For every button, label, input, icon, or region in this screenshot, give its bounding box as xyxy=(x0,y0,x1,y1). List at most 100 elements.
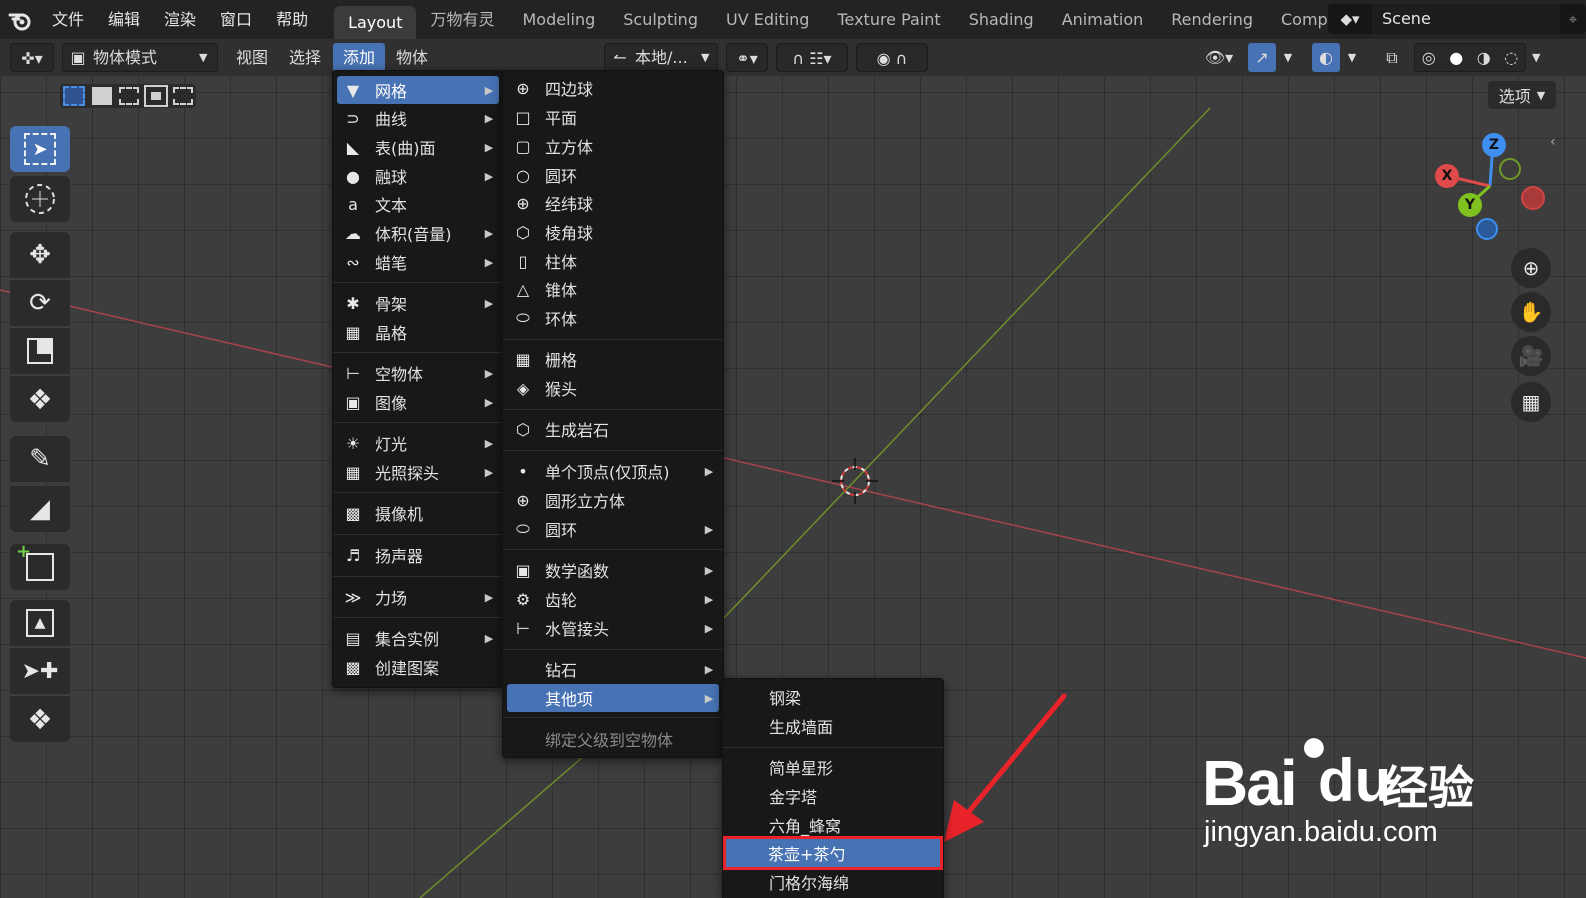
gizmo-x-axis[interactable]: X xyxy=(1435,164,1459,188)
move-tool[interactable]: ✥ xyxy=(10,232,70,278)
visibility-button[interactable]: 👁▾ xyxy=(1198,43,1240,72)
menu-item[interactable]: ▦ 栅格 xyxy=(507,345,719,373)
select-extend-icon[interactable] xyxy=(92,87,113,105)
menu-item[interactable]: ◣ 表(曲)面 ▶ xyxy=(337,133,499,161)
menu-item[interactable]: ☀ 灯光 ▶ xyxy=(337,429,499,457)
menu-item[interactable]: 简单星形 xyxy=(727,753,939,781)
menu-view[interactable]: 视图 xyxy=(236,43,268,72)
menu-item[interactable]: ⊃ 曲线 ▶ xyxy=(337,104,499,132)
menu-item[interactable]: 生成墙面 xyxy=(727,712,939,740)
menu-render[interactable]: 渲染 xyxy=(152,0,208,39)
menu-item[interactable]: ⬭ 环体 xyxy=(507,304,719,332)
menu-item[interactable]: ● 融球 ▶ xyxy=(337,162,499,190)
menu-item[interactable]: 绑定父级到空物体 xyxy=(507,725,719,753)
menu-item[interactable]: ▣ 图像 ▶ xyxy=(337,388,499,416)
menu-item[interactable]: ⬡ 棱角球 xyxy=(507,218,719,246)
cursor-tool[interactable] xyxy=(10,176,70,222)
tab-texture-paint[interactable]: Texture Paint xyxy=(823,0,954,39)
gizmo-neg-z[interactable] xyxy=(1476,218,1498,240)
overlays-button[interactable]: ◐ ▼ xyxy=(1312,43,1368,72)
menu-item[interactable]: 六角_蜂窝 xyxy=(727,811,939,839)
orientation-selector[interactable]: ↼ 本地/... ▼ xyxy=(604,43,718,72)
menu-item[interactable]: △ 锥体 xyxy=(507,275,719,303)
menu-item[interactable]: ▦ 晶格 xyxy=(337,318,499,346)
menu-window[interactable]: 窗口 xyxy=(208,0,264,39)
menu-add[interactable]: 添加 xyxy=(333,43,386,72)
menu-item[interactable]: ∾ 蜡笔 ▶ xyxy=(337,248,499,276)
snap-button[interactable]: ∩ ☷▾ xyxy=(776,43,848,72)
menu-help[interactable]: 帮助 xyxy=(264,0,320,39)
menu-item[interactable]: ⊕ 经纬球 xyxy=(507,189,719,217)
menu-item[interactable]: ▩ 创建图案 xyxy=(337,653,499,681)
proportional-editing-button[interactable]: ◉ ∩ xyxy=(856,43,928,72)
menu-item[interactable]: ☁ 体积(音量) ▶ xyxy=(337,219,499,247)
menu-item[interactable]: ▩ 摄像机 xyxy=(337,499,499,527)
select-invert-icon[interactable] xyxy=(143,85,168,107)
wireframe-shading-icon[interactable]: ◎ xyxy=(1422,43,1436,72)
menu-item[interactable]: 茶壶+茶勺 xyxy=(723,836,943,870)
menu-item[interactable]: ✱ 骨架 ▶ xyxy=(337,289,499,317)
menu-item[interactable]: ○ 圆环 xyxy=(507,161,719,189)
transform-tool[interactable]: ❖ xyxy=(10,376,70,422)
menu-edit[interactable]: 编辑 xyxy=(96,0,152,39)
pivot-point-button[interactable]: ⚭▾ xyxy=(726,43,768,72)
tab-uv-editing[interactable]: UV Editing xyxy=(712,0,823,39)
menu-select[interactable]: 选择 xyxy=(289,43,321,72)
camera-view-button[interactable]: 🎥 xyxy=(1511,336,1551,376)
xray-button[interactable]: ⧉ xyxy=(1378,43,1406,72)
menu-item[interactable]: ≫ 力场 ▶ xyxy=(337,583,499,611)
menu-item[interactable]: ⬭ 圆环 ▶ xyxy=(507,515,719,543)
menu-item[interactable]: 金字塔 xyxy=(727,782,939,810)
rendered-shading-icon[interactable]: ◌ xyxy=(1504,43,1518,72)
inset-tool[interactable]: ➤✚ xyxy=(10,648,70,694)
menu-item[interactable]: □ 平面 xyxy=(507,103,719,131)
extrude-tool[interactable]: ▲ xyxy=(10,600,70,646)
perspective-toggle-button[interactable]: ▦ xyxy=(1511,382,1551,422)
chevron-down-icon[interactable]: ▼ xyxy=(1532,43,1540,72)
menu-item[interactable]: ▼ 网格 ▶ xyxy=(337,76,499,104)
blender-logo-icon[interactable] xyxy=(0,0,40,39)
gizmo-y-axis[interactable]: Y xyxy=(1458,193,1482,217)
scale-tool[interactable] xyxy=(10,328,70,374)
gizmo-toggle-button[interactable]: ↗ ▼ xyxy=(1248,43,1304,72)
gizmo-neg-x[interactable] xyxy=(1521,186,1545,210)
scene-selector[interactable]: ◆▾ Scene ⌖ xyxy=(1328,4,1586,34)
annotate-tool[interactable]: ✎ xyxy=(10,436,70,482)
menu-item[interactable]: ◈ 猴头 xyxy=(507,374,719,402)
menu-item[interactable]: • 单个顶点(仅顶点) ▶ xyxy=(507,457,719,485)
menu-item[interactable]: ▯ 柱体 xyxy=(507,247,719,275)
measure-tool[interactable]: ◢ xyxy=(10,486,70,532)
pin-icon[interactable]: ⌖ xyxy=(1560,10,1586,28)
editor-type-button[interactable]: ✜▾ xyxy=(10,43,54,72)
menu-item[interactable]: ⊕ 四边球 xyxy=(507,74,719,102)
menu-object[interactable]: 物体 xyxy=(396,43,428,72)
tab-shading[interactable]: Shading xyxy=(955,0,1048,39)
pan-button[interactable]: ✋ xyxy=(1511,292,1551,332)
tab-layout[interactable]: Layout xyxy=(334,6,417,39)
add-cube-tool[interactable]: + xyxy=(10,541,70,590)
menu-item[interactable]: 其他项 ▶ xyxy=(507,684,719,712)
rotate-tool[interactable]: ⟳ xyxy=(10,280,70,326)
gizmo-neg-y[interactable] xyxy=(1499,158,1521,180)
zoom-button[interactable]: ⊕ xyxy=(1511,248,1551,288)
menu-item[interactable]: ⊢ 水管接头 ▶ xyxy=(507,614,719,642)
menu-item[interactable]: 钻石 ▶ xyxy=(507,655,719,683)
solid-shading-icon[interactable]: ● xyxy=(1449,43,1463,72)
select-box-tool[interactable]: ➤ xyxy=(10,126,70,172)
select-intersect-icon[interactable] xyxy=(172,87,193,105)
gizmo-z-axis[interactable]: Z xyxy=(1482,133,1506,157)
menu-item[interactable]: 钢梁 xyxy=(727,683,939,711)
tab-modeling[interactable]: Modeling xyxy=(508,0,609,39)
select-new-icon[interactable] xyxy=(63,86,86,106)
menu-item[interactable]: ▣ 数学函数 ▶ xyxy=(507,556,719,584)
menu-item[interactable]: a 文本 xyxy=(337,190,499,218)
menu-item[interactable]: ♬ 扬声器 xyxy=(337,541,499,569)
menu-item[interactable]: ⊕ 圆形立方体 xyxy=(507,486,719,514)
menu-item[interactable]: ▤ 集合实例 ▶ xyxy=(337,624,499,652)
menu-item[interactable]: ▦ 光照探头 ▶ xyxy=(337,458,499,486)
menu-item[interactable]: ⬡ 生成岩石 xyxy=(507,415,719,443)
material-shading-icon[interactable]: ◑ xyxy=(1477,43,1491,72)
shading-modes[interactable]: ◎ ● ◑ ◌ xyxy=(1414,43,1526,72)
menu-item[interactable]: ▢ 立方体 xyxy=(507,132,719,160)
tab-wanwu[interactable]: 万物有灵 xyxy=(416,0,508,39)
